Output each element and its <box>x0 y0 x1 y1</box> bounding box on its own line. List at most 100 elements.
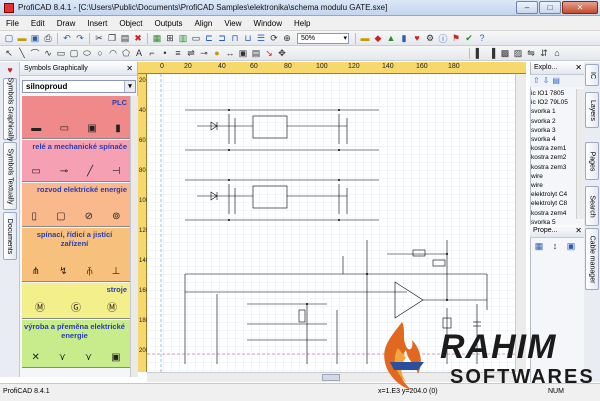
cable-icon[interactable]: ≡ <box>172 47 184 59</box>
chart-icon[interactable]: ▮ <box>398 32 410 44</box>
circle-icon[interactable]: ○ <box>94 47 106 59</box>
tab-symbols-graphically[interactable]: Symbols Graphically <box>3 77 17 141</box>
layers-icon[interactable]: ◆ <box>372 32 384 44</box>
ellipse-icon[interactable]: ⬭ <box>81 47 93 59</box>
table-insert-icon[interactable]: ▤ <box>250 47 262 59</box>
category-power-distribution[interactable]: rozvod elektrické energie ▯ ▢ ⊘ ⊚ <box>22 183 130 227</box>
list-icon[interactable]: ▤ <box>552 76 560 86</box>
properties-close-icon[interactable]: ✕ <box>575 226 582 235</box>
pointer-tool-icon[interactable]: ↘ <box>263 47 275 59</box>
paste-icon[interactable]: ▤ <box>119 32 131 44</box>
properties-sort-icon[interactable]: ↕ <box>549 240 561 252</box>
table-icon[interactable]: ▥ <box>177 32 189 44</box>
flip-v-icon[interactable]: ⇵ <box>538 47 550 59</box>
copy-icon[interactable]: ❐ <box>106 32 118 44</box>
check-icon[interactable]: ✔ <box>463 32 475 44</box>
sheet-icon[interactable]: ▭ <box>190 32 202 44</box>
settings-icon[interactable]: ⚙ <box>424 32 436 44</box>
category-generation[interactable]: výroba a přeměna elektrické energie ✕ ⋎ ⋎ ▣ <box>22 320 130 368</box>
list-item[interactable]: ic IO1 7805 <box>531 89 575 98</box>
scroll-thumb[interactable] <box>322 374 340 381</box>
grid-icon[interactable]: ▦ <box>151 32 163 44</box>
category-machines[interactable]: stroje Ⓜ Ⓖ Ⓜ <box>22 283 130 319</box>
tab-documents[interactable]: Documents <box>3 212 17 260</box>
arc-icon[interactable]: ◠ <box>107 47 119 59</box>
list-item[interactable]: svorka 4 <box>531 135 575 144</box>
category-relays[interactable]: relé a mechanické spínače ▭ ⊸ ╱ ⊣ <box>22 140 130 182</box>
category-plc[interactable]: PLC ▬ ▭ ▣ ▮ <box>22 96 130 139</box>
list-item[interactable]: kostra zem2 <box>531 153 575 162</box>
align-bottom-icon[interactable]: ⊔ <box>242 32 254 44</box>
lock-icon[interactable]: ⌂ <box>551 47 563 59</box>
align-top-icon[interactable]: ⊓ <box>229 32 241 44</box>
menu-window[interactable]: Window <box>248 19 288 28</box>
snap-icon[interactable]: ⊞ <box>164 32 176 44</box>
align-left-icon[interactable]: ⊏ <box>203 32 215 44</box>
align-right-icon[interactable]: ⊐ <box>216 32 228 44</box>
maximize-button[interactable]: □ <box>539 1 561 14</box>
menu-view[interactable]: View <box>218 19 247 28</box>
new-file-icon[interactable]: ▢ <box>3 32 15 44</box>
select-arrow-icon[interactable]: ↖ <box>3 47 15 59</box>
symbols-panel-close-icon[interactable]: ✕ <box>126 64 133 73</box>
pan-icon[interactable]: ✥ <box>276 47 288 59</box>
folder-icon[interactable]: ▬ <box>359 32 371 44</box>
properties-pages-icon[interactable]: ▣ <box>565 240 577 252</box>
bring-front-icon[interactable]: ▌ <box>473 47 485 59</box>
rotate-icon[interactable]: ⟳ <box>268 32 280 44</box>
help-icon[interactable]: ? <box>476 32 488 44</box>
components-icon[interactable]: ▲ <box>385 32 397 44</box>
properties-grid-icon[interactable]: ▦ <box>533 240 545 252</box>
list-item[interactable]: kostra zem1 <box>531 144 575 153</box>
curve-icon[interactable]: ∿ <box>42 47 54 59</box>
list-item[interactable]: svorka 1 <box>531 107 575 116</box>
list-item[interactable]: elektrolyt C8 <box>531 199 575 208</box>
category-switchgear[interactable]: spínací, řídicí a jistící zařízení ⋔ ↯ ⫚ ⊥ <box>22 228 130 282</box>
polygon-icon[interactable]: ⬠ <box>120 47 132 59</box>
tab-ic[interactable]: IC <box>585 64 599 86</box>
highlight-icon[interactable]: ● <box>211 47 223 59</box>
rounded-rect-icon[interactable]: ▢ <box>68 47 80 59</box>
cut-icon[interactable]: ✂ <box>93 32 105 44</box>
symbols-scrollbar[interactable] <box>130 96 138 377</box>
down-arrow-icon[interactable]: ⇩ <box>543 76 550 86</box>
save-icon[interactable]: ▣ <box>29 32 41 44</box>
bus-icon[interactable]: ⇌ <box>185 47 197 59</box>
wire-icon[interactable]: ⌐ <box>146 47 158 59</box>
menu-object[interactable]: Object <box>113 19 148 28</box>
list-item[interactable]: kostra zem3 <box>531 163 575 172</box>
distribute-icon[interactable]: ☰ <box>255 32 267 44</box>
tab-symbols-textually[interactable]: Symbols Textually <box>3 142 17 210</box>
terminal-icon[interactable]: ⊸ <box>198 47 210 59</box>
flag-icon[interactable]: ⚑ <box>450 32 462 44</box>
menu-insert[interactable]: Insert <box>81 19 113 28</box>
send-back-icon[interactable]: ▐ <box>486 47 498 59</box>
dimension-icon[interactable]: ↔ <box>224 47 236 59</box>
list-item[interactable]: wire <box>531 181 575 190</box>
list-item[interactable]: wire <box>531 172 575 181</box>
menu-edit[interactable]: Edit <box>25 19 51 28</box>
redo-icon[interactable]: ↷ <box>74 32 86 44</box>
line-icon[interactable]: ╲ <box>16 47 28 59</box>
up-arrow-icon[interactable]: ⇧ <box>533 76 540 86</box>
menu-draw[interactable]: Draw <box>51 19 82 28</box>
tab-search[interactable]: Search <box>585 186 599 226</box>
undo-icon[interactable]: ↶ <box>61 32 73 44</box>
library-select[interactable]: silnoproud ▾ <box>22 80 136 93</box>
list-item[interactable]: svorka 3 <box>531 126 575 135</box>
group-icon[interactable]: ▩ <box>499 47 511 59</box>
print-icon[interactable]: ⎙ <box>42 32 54 44</box>
zoom-select[interactable]: 50% <box>297 32 349 44</box>
tab-cable-manager[interactable]: Cable manager <box>585 228 599 290</box>
rectangle-icon[interactable]: ▭ <box>55 47 67 59</box>
ungroup-icon[interactable]: ▨ <box>512 47 524 59</box>
explorer-close-icon[interactable]: ✕ <box>575 63 582 72</box>
menu-help[interactable]: Help <box>288 19 316 28</box>
polyline-icon[interactable]: ⌒ <box>29 47 41 59</box>
list-item[interactable]: svorka 2 <box>531 117 575 126</box>
text-icon[interactable]: A <box>133 47 145 59</box>
image-icon[interactable]: ▣ <box>237 47 249 59</box>
close-button[interactable]: ✕ <box>562 1 598 14</box>
minimize-button[interactable]: – <box>516 1 538 14</box>
explorer-scrollbar[interactable] <box>576 89 584 219</box>
